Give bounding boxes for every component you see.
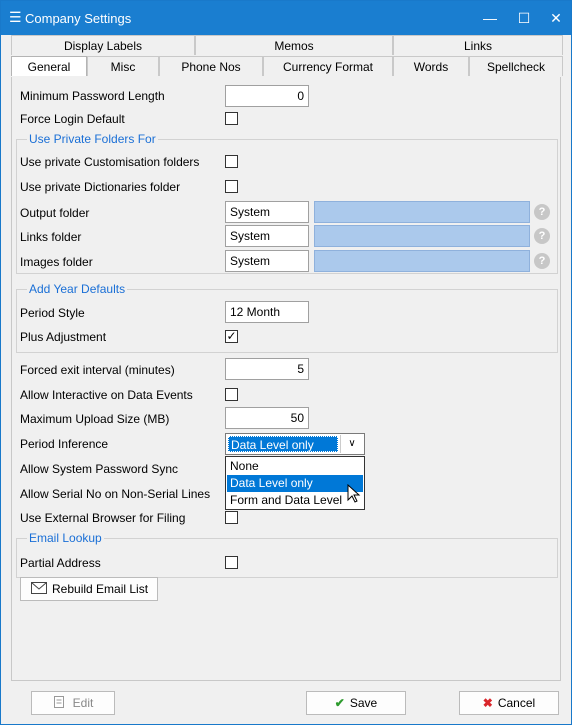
maximize-button[interactable]: ☐ (509, 7, 539, 29)
general-tab-panel: Minimum Password Length 0 Force Login De… (11, 77, 561, 681)
tab-strip: Display Labels Memos Links General Misc … (11, 35, 563, 77)
edit-button[interactable]: Edit (31, 691, 115, 715)
tab-general[interactable]: General (11, 56, 87, 76)
dropdown-option-none[interactable]: None (227, 458, 363, 475)
output-folder-input[interactable]: System (225, 201, 309, 223)
links-folder-help-icon[interactable]: ? (534, 228, 550, 244)
year-defaults-title: Add Year Defaults (27, 282, 128, 296)
tab-links[interactable]: Links (393, 35, 563, 55)
images-folder-help-icon[interactable]: ? (534, 253, 550, 269)
links-folder-path[interactable] (314, 225, 530, 247)
cancel-x-icon: ✖ (482, 696, 493, 710)
private-dictionaries-checkbox[interactable] (225, 180, 238, 193)
allow-serial-no-label: Allow Serial No on Non-Serial Lines (20, 487, 211, 501)
output-folder-path[interactable] (314, 201, 530, 223)
force-login-default-checkbox[interactable] (225, 112, 238, 125)
tab-memos[interactable]: Memos (195, 35, 393, 55)
dropdown-option-data-level-only[interactable]: Data Level only (227, 475, 363, 492)
min-password-length-input[interactable]: 0 (225, 85, 309, 107)
save-button[interactable]: ✔ Save (306, 691, 406, 715)
period-inference-combo[interactable]: Data Level only ∨ (225, 433, 365, 455)
hamburger-icon[interactable]: ☰ (9, 9, 22, 26)
use-external-browser-label: Use External Browser for Filing (20, 511, 186, 525)
tab-words[interactable]: Words (393, 56, 469, 76)
tab-phone-nos[interactable]: Phone Nos (159, 56, 263, 76)
min-password-length-label: Minimum Password Length (20, 89, 165, 103)
period-style-label: Period Style (20, 306, 85, 320)
dialog-footer: Edit ✔ Save ✖ Cancel (1, 685, 571, 724)
links-folder-label: Links folder (20, 230, 82, 244)
window-title: Company Settings (25, 11, 132, 26)
tab-spellcheck[interactable]: Spellcheck (469, 56, 563, 76)
edit-button-label: Edit (72, 696, 94, 710)
forced-exit-label: Forced exit interval (minutes) (20, 363, 175, 377)
force-login-default-label: Force Login Default (20, 112, 125, 126)
email-lookup-title: Email Lookup (27, 531, 104, 545)
edit-document-icon (53, 696, 64, 708)
period-inference-selected: Data Level only (228, 436, 338, 452)
partial-address-checkbox[interactable] (225, 556, 238, 569)
company-settings-window: ☰ Company Settings — ☐ ✕ Display Labels … (0, 0, 572, 725)
allow-interactive-label: Allow Interactive on Data Events (20, 388, 193, 402)
chevron-down-icon[interactable]: ∨ (340, 435, 363, 453)
images-folder-label: Images folder (20, 255, 93, 269)
output-folder-label: Output folder (20, 206, 90, 220)
output-folder-help-icon[interactable]: ? (534, 204, 550, 220)
images-folder-input[interactable]: System (225, 250, 309, 272)
images-folder-path[interactable] (314, 250, 530, 272)
rebuild-email-list-button[interactable]: Rebuild Email List (20, 577, 158, 601)
save-button-label: Save (349, 696, 378, 710)
allow-system-password-sync-label: Allow System Password Sync (20, 462, 179, 476)
private-customisation-checkbox[interactable] (225, 155, 238, 168)
use-external-browser-checkbox[interactable] (225, 511, 238, 524)
title-bar: ☰ Company Settings — ☐ ✕ (1, 1, 571, 35)
links-folder-input[interactable]: System (225, 225, 309, 247)
dropdown-option-form-and-data-level[interactable]: Form and Data Level (227, 492, 363, 509)
forced-exit-input[interactable]: 5 (225, 358, 309, 380)
plus-adjustment-label: Plus Adjustment (20, 330, 107, 344)
private-folders-title: Use Private Folders For (27, 132, 158, 146)
minimize-button[interactable]: — (475, 7, 505, 29)
close-button[interactable]: ✕ (541, 7, 571, 29)
mouse-cursor-icon (347, 484, 361, 503)
max-upload-input[interactable]: 50 (225, 407, 309, 429)
tab-display-labels[interactable]: Display Labels (11, 35, 195, 55)
allow-interactive-checkbox[interactable] (225, 388, 238, 401)
partial-address-label: Partial Address (20, 556, 101, 570)
plus-adjustment-checkbox[interactable]: ✓ (225, 330, 238, 343)
private-customisation-label: Use private Customisation folders (20, 155, 200, 169)
tab-misc[interactable]: Misc (87, 56, 159, 76)
rebuild-email-list-label: Rebuild Email List (52, 582, 149, 596)
checkmark-icon: ✔ (334, 696, 345, 710)
private-dictionaries-label: Use private Dictionaries folder (20, 180, 181, 194)
max-upload-label: Maximum Upload Size (MB) (20, 412, 170, 426)
envelope-icon (31, 582, 47, 594)
period-style-input[interactable]: 12 Month (225, 301, 309, 323)
period-inference-label: Period Inference (20, 437, 109, 451)
tab-currency-format[interactable]: Currency Format (263, 56, 393, 76)
cancel-button-label: Cancel (497, 696, 536, 710)
cancel-button[interactable]: ✖ Cancel (459, 691, 559, 715)
period-inference-dropdown: None Data Level only Form and Data Level (225, 456, 365, 510)
